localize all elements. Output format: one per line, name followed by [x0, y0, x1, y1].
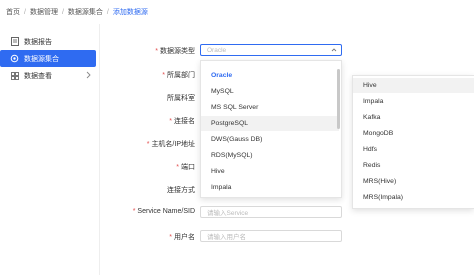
- breadcrumb-data-management[interactable]: 数据管理: [30, 7, 58, 17]
- source-type-value: Oracle: [207, 46, 227, 54]
- dropdown-option-rds[interactable]: RDS(MySQL): [201, 148, 339, 163]
- dept-label: * 所属部门: [162, 72, 195, 79]
- dropdown-option-impala[interactable]: Impala: [201, 180, 339, 195]
- source-type-dropdown: Oracle MySQL MS SQL Server PostgreSQL DW…: [200, 60, 342, 198]
- breadcrumb-separator: /: [61, 8, 64, 16]
- connection-mode-label: 连接方式: [167, 187, 195, 194]
- sidebar-item-label: 数据查看: [24, 72, 52, 80]
- port-label: * 端口: [176, 164, 195, 171]
- source-type-select[interactable]: Oracle: [200, 44, 342, 56]
- sidebar-item-data-report[interactable]: 数据报告: [0, 33, 99, 50]
- dropdown-scrollbar[interactable]: [337, 69, 340, 129]
- host-label: * 主机名/IP地址: [146, 141, 195, 148]
- grid-icon: [10, 71, 19, 80]
- sidebar-item-label: 数据源集合: [24, 55, 59, 63]
- dropdown-option-redis[interactable]: Redis: [353, 158, 474, 173]
- breadcrumb-separator: /: [24, 8, 26, 16]
- dropdown-option-hive[interactable]: Hive: [201, 164, 339, 179]
- report-icon: [10, 37, 19, 46]
- service-name-input[interactable]: 请输入Service: [200, 206, 342, 218]
- breadcrumb: 首页 / 数据管理 / 数据源集合 / 添加数据源: [0, 0, 474, 24]
- breadcrumb-home[interactable]: 首页: [6, 7, 20, 17]
- username-placeholder: 请输入用户名: [207, 234, 246, 241]
- sidebar-item-data-view[interactable]: 数据查看: [0, 67, 99, 84]
- dropdown-option-oracle[interactable]: Oracle: [201, 68, 339, 83]
- dropdown-option-dws[interactable]: DWS(Gauss DB): [201, 132, 339, 147]
- gear-icon: [10, 54, 19, 63]
- username-label: * 用户名: [169, 234, 195, 241]
- connection-name-label: * 连接名: [169, 118, 195, 125]
- breadcrumb-datasource-collection[interactable]: 数据源集合: [68, 7, 103, 17]
- secondary-dropdown: Hive Impala Kafka MongoDB Hdfs Redis MRS…: [352, 75, 474, 209]
- breadcrumb-current: 添加数据源: [112, 9, 148, 16]
- sidebar: 数据报告 数据源集合 数据查看: [0, 24, 100, 275]
- dropdown-option-mysql[interactable]: MySQL: [201, 84, 339, 99]
- username-input[interactable]: 请输入用户名: [200, 230, 342, 242]
- sidebar-item-label: 数据报告: [24, 38, 52, 46]
- chevron-up-icon: [331, 46, 337, 56]
- dropdown-option-kafka[interactable]: Kafka: [353, 110, 474, 125]
- dropdown-option-mssql[interactable]: MS SQL Server: [201, 100, 339, 115]
- dropdown-option-mrs-impala[interactable]: MRS(Impala): [353, 190, 474, 205]
- breadcrumb-separator: /: [106, 8, 109, 16]
- dropdown-option-mrs-hive[interactable]: MRS(Hive): [353, 174, 474, 189]
- service-placeholder: 请输入Service: [207, 210, 249, 217]
- service-label: * Service Name/SID: [132, 208, 195, 215]
- dropdown-option-hive[interactable]: Hive: [353, 78, 474, 93]
- dropdown-option-mongodb[interactable]: MongoDB: [353, 126, 474, 141]
- sidebar-item-datasource-collection[interactable]: 数据源集合: [0, 50, 96, 67]
- dropdown-option-postgresql[interactable]: PostgreSQL: [201, 116, 339, 131]
- dropdown-option-impala[interactable]: Impala: [353, 94, 474, 109]
- source-type-label: * 数据源类型: [155, 48, 195, 55]
- dropdown-option-hdfs[interactable]: Hdfs: [353, 142, 474, 157]
- chevron-right-icon: [86, 71, 91, 81]
- section-label: 所属科室: [167, 95, 195, 102]
